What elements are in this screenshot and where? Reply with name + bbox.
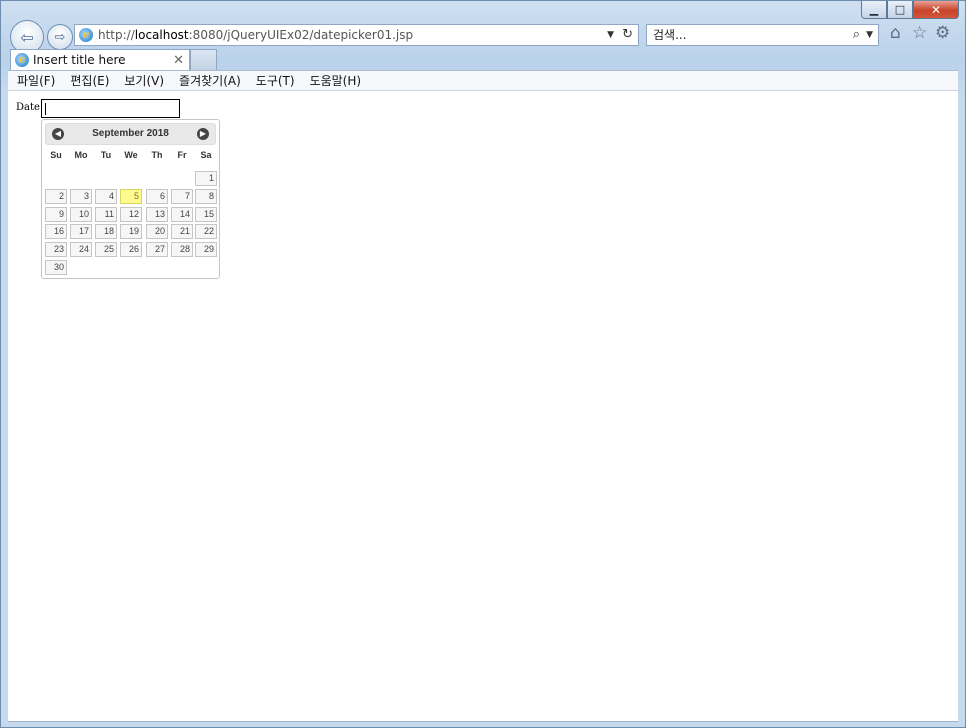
menu-edit[interactable]: 편집(E) (70, 72, 109, 89)
home-icon[interactable]: ⌂ (890, 23, 901, 43)
url-scheme: http:// (98, 28, 135, 42)
minimize-button[interactable]: ▁ (861, 1, 887, 19)
datepicker-title: September 2018 (92, 128, 169, 139)
menu-help[interactable]: 도움말(H) (310, 72, 362, 89)
url-text[interactable]: http://localhost:8080/jQueryUIEx02/datep… (98, 25, 413, 45)
page-content: Date: ◀ September 2018 ▶ Su Mo Tu We Th Fr Sa 1… (8, 91, 958, 722)
weekday-header: Th (151, 150, 163, 160)
day-cell[interactable]: 10 (70, 207, 92, 222)
tab-close-icon[interactable]: ✕ (173, 50, 184, 71)
day-cell[interactable]: 16 (45, 224, 67, 239)
maximize-button[interactable]: □ (887, 1, 913, 19)
address-bar[interactable]: e http://localhost:8080/jQueryUIEx02/dat… (74, 24, 639, 46)
day-cell[interactable]: 1 (195, 171, 217, 186)
weekday-header: Su (50, 150, 62, 160)
search-placeholder: 검색... (653, 28, 687, 42)
favorites-star-icon[interactable]: ☆ (912, 23, 927, 43)
day-cell[interactable]: 18 (95, 224, 117, 239)
tab-ie-icon: e (15, 53, 29, 67)
text-caret (45, 103, 46, 115)
day-cell[interactable]: 15 (195, 207, 217, 222)
menu-tools[interactable]: 도구(T) (256, 72, 295, 89)
window-controls: ▁ □ ✕ (861, 1, 959, 19)
ie-page-icon: e (79, 28, 93, 42)
day-cell[interactable]: 26 (120, 242, 142, 257)
menu-bar: 파일(F) 편집(E) 보기(V) 즐겨찾기(A) 도구(T) 도움말(H) (8, 70, 958, 91)
weekday-header: Mo (74, 150, 88, 160)
search-dropdown-icon[interactable]: ▼ (866, 25, 873, 45)
day-cell[interactable]: 23 (45, 242, 67, 257)
day-cell[interactable]: 12 (120, 207, 142, 222)
day-cell[interactable]: 27 (146, 242, 168, 257)
day-cell[interactable]: 2 (45, 189, 67, 204)
datepicker-header: ◀ September 2018 ▶ (45, 123, 216, 145)
weekday-header: Sa (200, 150, 212, 160)
day-cell[interactable]: 4 (95, 189, 117, 204)
url-host: localhost (134, 28, 189, 42)
new-tab-button[interactable] (190, 49, 217, 70)
day-cell[interactable]: 20 (146, 224, 168, 239)
next-month-icon[interactable]: ▶ (197, 128, 209, 140)
day-cell[interactable]: 6 (146, 189, 168, 204)
day-cell[interactable]: 30 (45, 260, 67, 275)
settings-gear-icon[interactable]: ⚙ (935, 23, 950, 43)
day-cell[interactable]: 7 (171, 189, 193, 204)
search-icon[interactable]: ⌕ (853, 25, 860, 45)
day-cell[interactable]: 3 (70, 189, 92, 204)
day-cell[interactable]: 13 (146, 207, 168, 222)
day-cell[interactable]: 22 (195, 224, 217, 239)
date-input[interactable] (41, 99, 180, 118)
day-cell[interactable]: 25 (95, 242, 117, 257)
day-cell[interactable]: 9 (45, 207, 67, 222)
day-cell[interactable]: 19 (120, 224, 142, 239)
forward-button[interactable]: ⇨ (47, 24, 73, 50)
weekday-header: Fr (177, 150, 187, 160)
day-cell[interactable]: 11 (95, 207, 117, 222)
browser-window: ▁ □ ✕ ⇦ ⇨ e http://localhost:8080/jQuery… (0, 0, 966, 728)
tab-title: Insert title here (33, 53, 126, 67)
url-path: :8080/jQueryUIEx02/datepicker01.jsp (188, 28, 414, 42)
day-cell[interactable]: 24 (70, 242, 92, 257)
menu-view[interactable]: 보기(V) (124, 72, 164, 89)
day-cell[interactable]: 29 (195, 242, 217, 257)
day-cell[interactable]: 14 (171, 207, 193, 222)
address-dropdown-icon[interactable]: ▼ (607, 25, 614, 45)
weekday-header: We (124, 150, 138, 160)
day-cell[interactable]: 21 (171, 224, 193, 239)
close-window-button[interactable]: ✕ (913, 1, 959, 19)
menu-file[interactable]: 파일(F) (17, 72, 55, 89)
day-cell-today[interactable]: 5 (120, 189, 142, 204)
refresh-icon[interactable]: ↻ (622, 25, 633, 45)
back-arrow-icon: ⇦ (20, 27, 34, 47)
day-cell[interactable]: 8 (195, 189, 217, 204)
weekday-header: Tu (100, 150, 112, 160)
day-cell[interactable]: 17 (70, 224, 92, 239)
date-label: Date: (16, 102, 44, 113)
day-cell[interactable]: 28 (171, 242, 193, 257)
forward-arrow-icon: ⇨ (54, 29, 66, 45)
search-box[interactable]: 검색... ⌕ ▼ (646, 24, 879, 46)
datepicker-popup: ◀ September 2018 ▶ Su Mo Tu We Th Fr Sa 1 2 3 4 5 6 7… (41, 119, 220, 279)
menu-favorites[interactable]: 즐겨찾기(A) (179, 72, 241, 89)
tab-active[interactable]: e Insert title here ✕ (10, 49, 190, 71)
